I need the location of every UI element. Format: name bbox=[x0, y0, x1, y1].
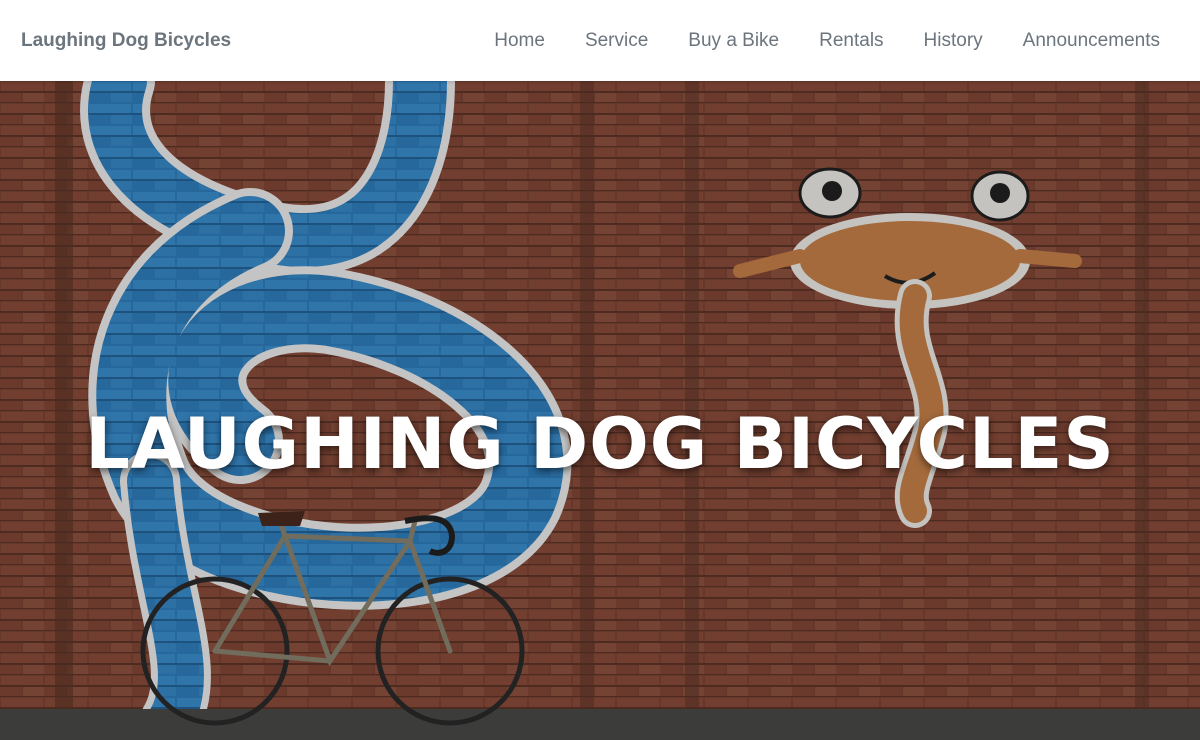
nav-link-buy-a-bike[interactable]: Buy a Bike bbox=[688, 30, 779, 52]
hero-section: LAUGHING DOG BICYCLES bbox=[0, 81, 1200, 740]
brand-link[interactable]: Laughing Dog Bicycles bbox=[21, 30, 231, 52]
top-navbar: Laughing Dog Bicycles Home Service Buy a… bbox=[0, 0, 1200, 81]
nav-link-history[interactable]: History bbox=[924, 30, 983, 52]
nav-link-announcements[interactable]: Announcements bbox=[1023, 30, 1160, 52]
nav-link-home[interactable]: Home bbox=[494, 30, 545, 52]
nav-link-rentals[interactable]: Rentals bbox=[819, 30, 883, 52]
nav-links: Home Service Buy a Bike Rentals History … bbox=[494, 30, 1160, 52]
hero-title: LAUGHING DOG BICYCLES bbox=[85, 402, 1115, 485]
nav-link-service[interactable]: Service bbox=[585, 30, 648, 52]
